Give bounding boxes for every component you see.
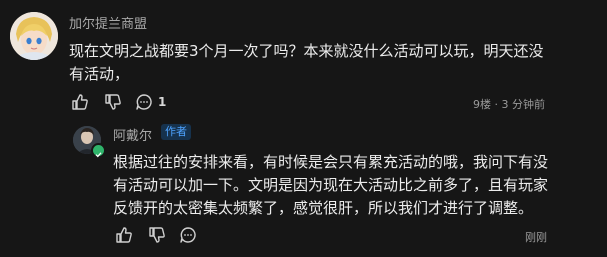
reply-text-line: 反馈开的太密集太频繁了，感觉很肝，所以我们才进行了调整。 xyxy=(113,199,534,217)
reply-text-line: 有活动可以加一下。文明是因为现在大活动比之前多了，且有玩家 xyxy=(113,176,549,194)
comment-bubble-icon[interactable] xyxy=(179,226,197,244)
comment-text: 现在文明之战都要3个月一次了吗？本来就没什么活动可以玩，明天还没 有活动， xyxy=(69,40,599,86)
comment-meta: 9楼 · 3 分钟前 xyxy=(473,98,545,111)
thumbs-up-icon[interactable] xyxy=(71,93,89,111)
reply-text-line: 根据过往的安排来看，有时候是会只有累充活动的哦，我问下有没 xyxy=(113,153,549,171)
avatar[interactable] xyxy=(10,12,58,60)
thumbs-down-icon[interactable] xyxy=(148,226,166,244)
comment-bubble-icon[interactable] xyxy=(135,93,153,111)
reply-meta: 刚刚 xyxy=(525,231,547,244)
reply-count[interactable]: 1 xyxy=(158,95,166,109)
reply-author[interactable]: 阿戴尔 xyxy=(113,125,152,144)
author-tag: 作者 xyxy=(161,124,191,140)
thumbs-down-icon[interactable] xyxy=(104,93,122,111)
comment-author[interactable]: 加尔提兰商盟 xyxy=(69,13,147,32)
reply-text: 根据过往的安排来看，有时候是会只有累充活动的哦，我问下有没 有活动可以加一下。文… xyxy=(113,151,601,220)
comment-text-line: 有活动， xyxy=(69,65,130,83)
thumbs-up-icon[interactable] xyxy=(115,226,133,244)
verified-badge-icon xyxy=(91,143,106,158)
comment-text-line: 现在文明之战都要3个月一次了吗？本来就没什么活动可以玩，明天还没 xyxy=(69,42,544,60)
